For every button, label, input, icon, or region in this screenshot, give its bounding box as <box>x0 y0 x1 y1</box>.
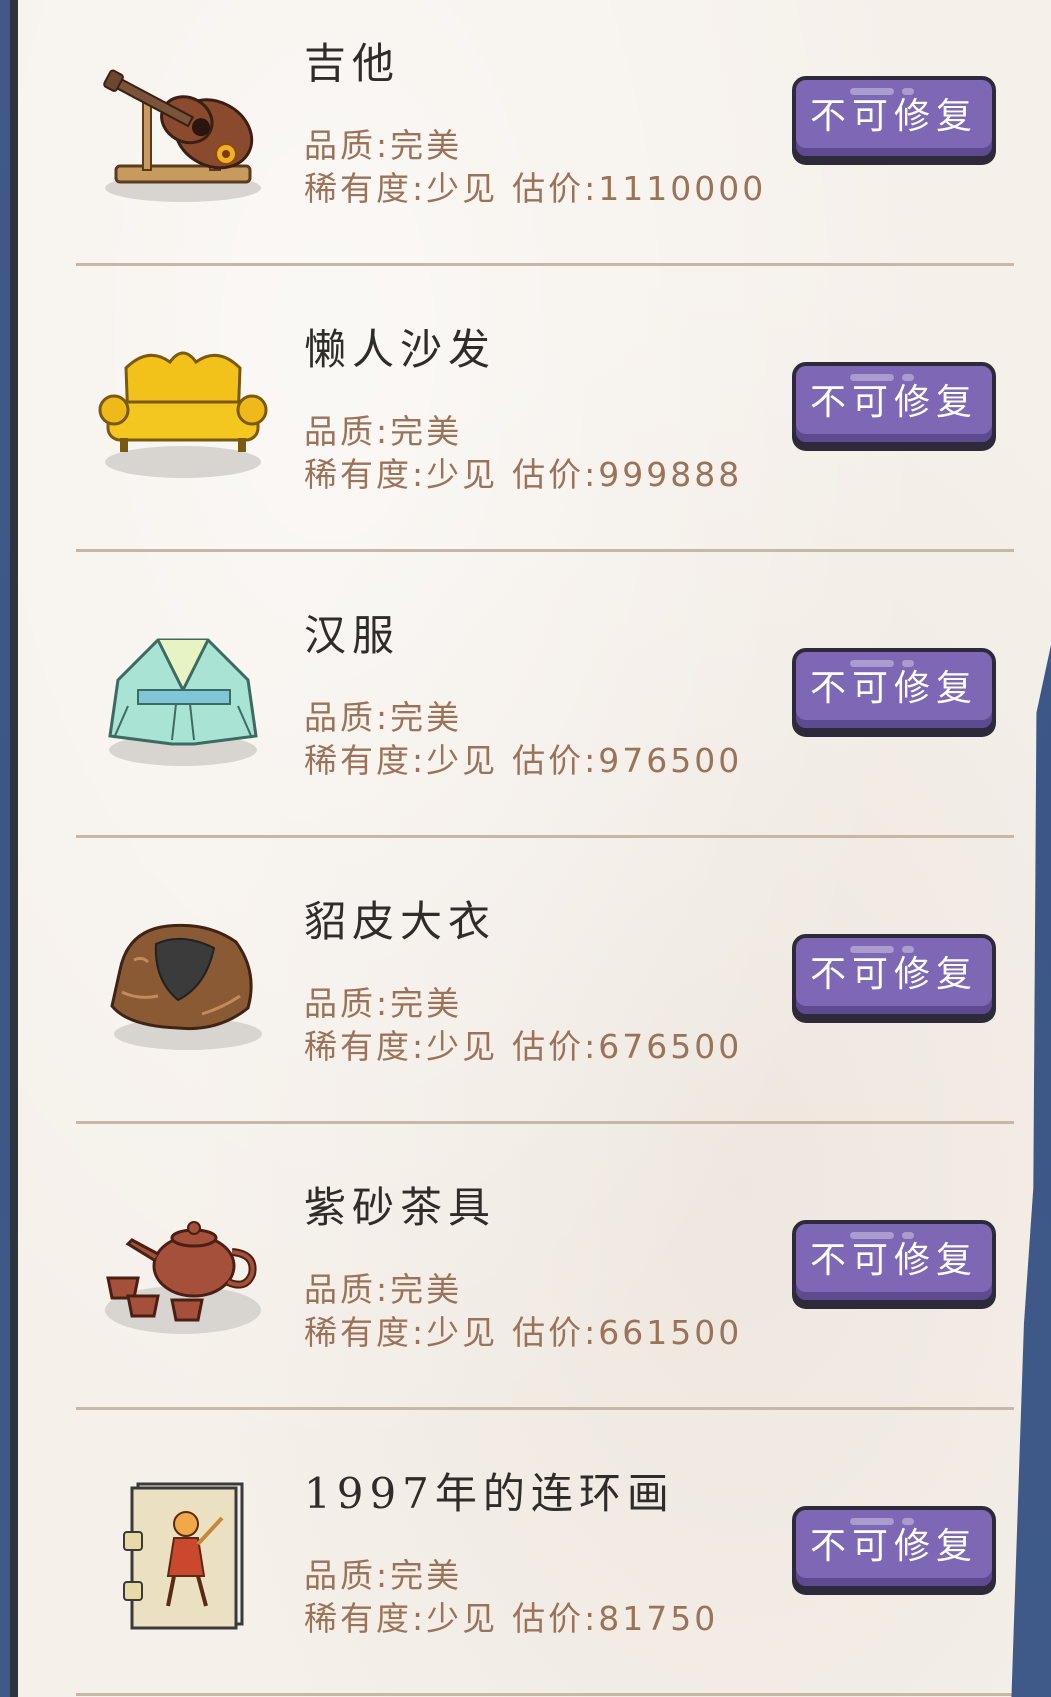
screen: 吉他 品质:完美 稀有度:少见 估价:1110000 不可修复 懒人沙发 品质:… <box>0 0 1051 1697</box>
rarity-value: 少见 <box>426 169 499 208</box>
rarity-value: 少见 <box>426 1027 499 1066</box>
rarity-label: 稀有度: <box>304 455 427 494</box>
item-details: 品质:完美 稀有度:少见 估价:81750 <box>304 1554 718 1640</box>
quality-value: 完美 <box>390 698 463 737</box>
list-item-teapot: 紫砂茶具 品质:完美 稀有度:少见 估价:661500 不可修复 <box>76 1124 1014 1410</box>
price-value: 1110000 <box>598 169 767 208</box>
price-label: 估价: <box>512 1313 599 1352</box>
item-details: 品质:完美 稀有度:少见 估价:999888 <box>304 410 742 496</box>
rarity-label: 稀有度: <box>304 1313 427 1352</box>
rarity-value: 少见 <box>426 1313 499 1352</box>
quality-value: 完美 <box>390 126 463 165</box>
quality-label: 品质: <box>304 984 391 1023</box>
quality-value: 完美 <box>390 1556 463 1595</box>
hanfu-icon <box>98 610 268 780</box>
repair-button[interactable]: 不可修复 <box>792 76 996 160</box>
list-item-comic-book: 1997年的连环画 品质:完美 稀有度:少见 估价:81750 不可修复 <box>76 1410 1014 1696</box>
quality-label: 品质: <box>304 1556 391 1595</box>
price-value: 976500 <box>598 741 743 780</box>
item-name: 貂皮大衣 <box>304 897 497 946</box>
repair-button[interactable]: 不可修复 <box>792 1220 996 1304</box>
list-item-guitar: 吉他 品质:完美 稀有度:少见 估价:1110000 不可修复 <box>76 0 1014 266</box>
rarity-label: 稀有度: <box>304 1027 427 1066</box>
list-item-hanfu: 汉服 品质:完美 稀有度:少见 估价:976500 不可修复 <box>76 552 1014 838</box>
repair-button[interactable]: 不可修复 <box>792 648 996 732</box>
price-label: 估价: <box>512 741 599 780</box>
item-details: 品质:完美 稀有度:少见 估价:1110000 <box>304 124 766 210</box>
quality-value: 完美 <box>390 984 463 1023</box>
item-details: 品质:完美 稀有度:少见 估价:661500 <box>304 1268 742 1354</box>
item-name: 1997年的连环画 <box>304 1469 675 1518</box>
rarity-label: 稀有度: <box>304 169 427 208</box>
parchment-panel: 吉他 品质:完美 稀有度:少见 估价:1110000 不可修复 懒人沙发 品质:… <box>10 0 1051 1697</box>
quality-value: 完美 <box>390 412 463 451</box>
quality-label: 品质: <box>304 1270 391 1309</box>
guitar-icon <box>98 38 268 208</box>
item-details: 品质:完美 稀有度:少见 估价:976500 <box>304 696 742 782</box>
repair-button[interactable]: 不可修复 <box>792 1506 996 1590</box>
quality-label: 品质: <box>304 412 391 451</box>
list-item-sofa: 懒人沙发 品质:完美 稀有度:少见 估价:999888 不可修复 <box>76 266 1014 552</box>
price-label: 估价: <box>512 1027 599 1066</box>
repair-button[interactable]: 不可修复 <box>792 362 996 446</box>
price-value: 81750 <box>598 1599 719 1638</box>
fur-coat-icon <box>98 896 268 1066</box>
item-name: 汉服 <box>304 611 401 660</box>
price-value: 661500 <box>598 1313 743 1352</box>
quality-value: 完美 <box>390 1270 463 1309</box>
item-name: 紫砂茶具 <box>304 1183 497 1232</box>
price-value: 676500 <box>598 1027 743 1066</box>
quality-label: 品质: <box>304 126 391 165</box>
item-list[interactable]: 吉他 品质:完美 稀有度:少见 估价:1110000 不可修复 懒人沙发 品质:… <box>76 0 1014 1696</box>
price-value: 999888 <box>598 455 743 494</box>
quality-label: 品质: <box>304 698 391 737</box>
item-name: 吉他 <box>304 39 401 88</box>
rarity-value: 少见 <box>426 1599 499 1638</box>
rarity-label: 稀有度: <box>304 741 427 780</box>
rarity-label: 稀有度: <box>304 1599 427 1638</box>
rarity-value: 少见 <box>426 455 499 494</box>
price-label: 估价: <box>512 169 599 208</box>
list-item-fur-coat: 貂皮大衣 品质:完美 稀有度:少见 估价:676500 不可修复 <box>76 838 1014 1124</box>
teapot-icon <box>98 1182 268 1352</box>
repair-button[interactable]: 不可修复 <box>792 934 996 1018</box>
price-label: 估价: <box>512 1599 599 1638</box>
sofa-icon <box>98 324 268 494</box>
price-label: 估价: <box>512 455 599 494</box>
item-details: 品质:完美 稀有度:少见 估价:676500 <box>304 982 742 1068</box>
comic-book-icon <box>98 1468 268 1638</box>
item-name: 懒人沙发 <box>304 325 497 374</box>
rarity-value: 少见 <box>426 741 499 780</box>
